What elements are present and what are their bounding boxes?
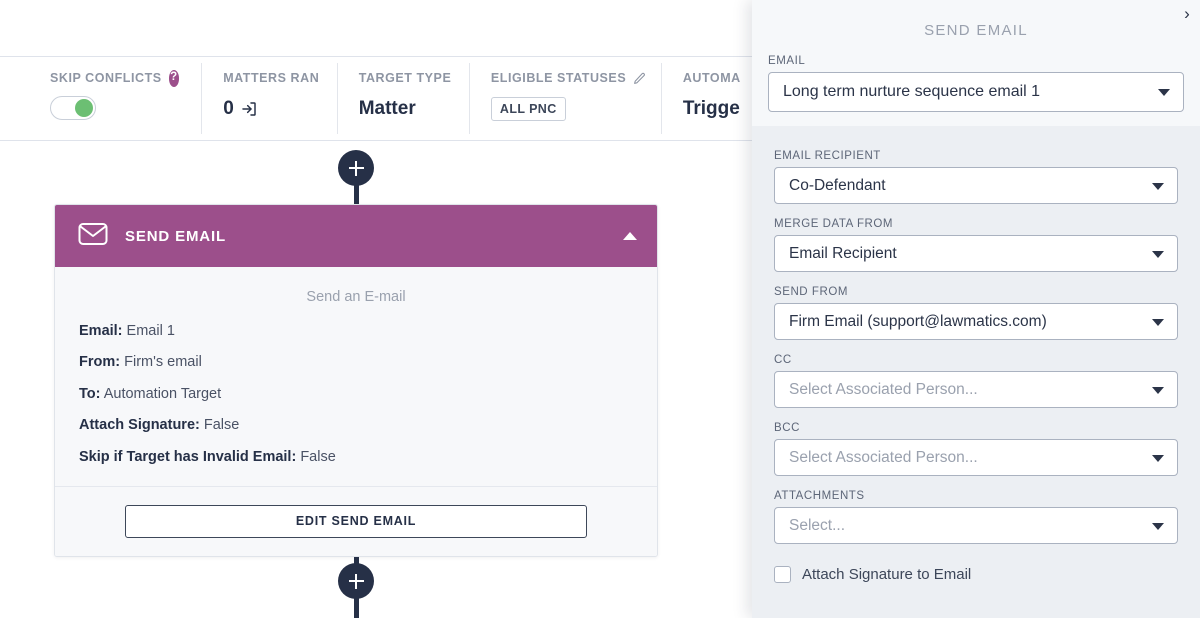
bcc-value: Select Associated Person... xyxy=(789,448,978,466)
email-field-label: EMAIL xyxy=(768,55,806,67)
automation-stats-bar: SKIP CONFLICTS ? MATTERS RAN 0 TARGET TY… xyxy=(0,56,760,141)
attachments-value: Select... xyxy=(789,516,845,534)
detail-value: Email 1 xyxy=(126,323,175,339)
bcc-select[interactable]: Select Associated Person... xyxy=(774,439,1178,476)
cc-label: CC xyxy=(774,354,792,366)
chevron-down-icon xyxy=(1152,386,1164,394)
merge-data-from-label: MERGE DATA FROM xyxy=(774,218,893,230)
send-from-value: Firm Email (support@lawmatics.com) xyxy=(789,312,1047,330)
detail-key: From: xyxy=(79,354,121,371)
chevron-down-icon xyxy=(1152,182,1164,190)
stat-automation-trigger-value: Trigge xyxy=(682,98,740,119)
cc-select[interactable]: Select Associated Person... xyxy=(774,371,1178,408)
attach-signature-row[interactable]: Attach Signature to Email xyxy=(774,566,1178,583)
merge-data-from-value: Email Recipient xyxy=(789,244,897,262)
email-select[interactable]: Long term nurture sequence email 1 xyxy=(768,72,1184,112)
add-step-below-button[interactable] xyxy=(338,563,374,599)
status-badge[interactable]: ALL PNC xyxy=(490,97,566,121)
cc-value: Select Associated Person... xyxy=(789,380,978,398)
send-from-label: SEND FROM xyxy=(774,286,848,298)
merge-data-from-select[interactable]: Email Recipient xyxy=(774,235,1178,272)
attach-signature-label: Attach Signature to Email xyxy=(802,566,972,583)
stat-matters-ran-value-row: 0 xyxy=(223,98,315,120)
automation-builder-screen: SKIP CONFLICTS ? MATTERS RAN 0 TARGET TY… xyxy=(0,0,1200,618)
stat-skip-conflicts: SKIP CONFLICTS ? xyxy=(50,57,201,140)
detail-key: Attach Signature: xyxy=(79,417,200,434)
email-select-value: Long term nurture sequence email 1 xyxy=(783,83,1041,100)
edit-send-email-button[interactable]: EDIT SEND EMAIL xyxy=(125,504,587,538)
flow-connector-bottom xyxy=(354,596,359,618)
stat-eligible-statuses: ELIGIBLE STATUSES ALL PNC xyxy=(468,57,661,140)
stat-automation-trigger-label: AUTOMA xyxy=(682,71,741,85)
bcc-label: BCC xyxy=(774,422,800,434)
envelope-icon xyxy=(78,222,108,251)
send-email-node-subtitle: Send an E-mail xyxy=(306,289,406,305)
detail-key: Skip if Target has Invalid Email: xyxy=(79,448,297,465)
send-from-select[interactable]: Firm Email (support@lawmatics.com) xyxy=(774,303,1178,340)
stat-matters-ran-value: 0 xyxy=(223,98,234,119)
panel-fields-section: EMAIL RECIPIENT Co-Defendant MERGE DATA … xyxy=(752,126,1200,583)
send-email-settings-panel: › SEND EMAIL EMAIL Long term nurture seq… xyxy=(752,0,1200,618)
stat-eligible-statuses-label: ELIGIBLE STATUSES xyxy=(490,69,646,87)
chevron-down-icon xyxy=(1152,318,1164,326)
detail-value: Automation Target xyxy=(103,385,222,402)
detail-key: Email: xyxy=(79,323,123,339)
sign-in-arrow-icon xyxy=(241,101,257,117)
detail-row: From: Firm's email xyxy=(79,354,633,371)
stat-target-type-label: TARGET TYPE xyxy=(358,71,452,85)
send-email-node-details: Email: Email 1 From: Firm's email To: Au… xyxy=(55,323,657,466)
email-recipient-select[interactable]: Co-Defendant xyxy=(774,167,1178,204)
stat-matters-ran: MATTERS RAN 0 xyxy=(201,57,337,140)
stat-skip-conflicts-label: SKIP CONFLICTS ? xyxy=(50,69,180,87)
chevron-down-icon xyxy=(1158,89,1170,96)
panel-title: SEND EMAIL xyxy=(924,22,1028,39)
caret-up-icon[interactable] xyxy=(623,232,637,240)
automation-canvas: SKIP CONFLICTS ? MATTERS RAN 0 TARGET TY… xyxy=(0,0,760,618)
send-email-node-footer: EDIT SEND EMAIL xyxy=(55,485,657,556)
stat-eligible-statuses-label-text: ELIGIBLE STATUSES xyxy=(490,71,627,85)
chevron-down-icon xyxy=(1152,454,1164,462)
detail-row: To: Automation Target xyxy=(79,386,633,403)
stat-skip-conflicts-label-text: SKIP CONFLICTS xyxy=(50,71,162,85)
add-step-above-button[interactable] xyxy=(338,150,374,186)
detail-value: Firm's email xyxy=(124,354,202,371)
skip-conflicts-toggle-knob xyxy=(75,99,93,117)
send-email-node-header[interactable]: SEND EMAIL xyxy=(55,205,657,267)
help-circle-icon[interactable]: ? xyxy=(168,69,180,87)
chevron-right-icon[interactable]: › xyxy=(1176,2,1198,24)
detail-value: False xyxy=(300,448,336,465)
send-email-node-body: Send an E-mail Email: Email 1 From: Firm… xyxy=(55,267,657,486)
stat-target-type-value: Matter xyxy=(358,98,416,119)
attachments-label: ATTACHMENTS xyxy=(774,490,865,502)
send-email-node-card: SEND EMAIL Send an E-mail Email: Email 1… xyxy=(54,204,658,557)
attachments-select[interactable]: Select... xyxy=(774,507,1178,544)
panel-top-section: › SEND EMAIL EMAIL Long term nurture seq… xyxy=(752,0,1200,126)
detail-row: Email: Email 1 xyxy=(79,323,633,340)
send-email-node-title: SEND EMAIL xyxy=(125,227,227,245)
skip-conflicts-toggle[interactable] xyxy=(50,96,96,120)
email-recipient-value: Co-Defendant xyxy=(789,176,886,194)
detail-row: Attach Signature: False xyxy=(79,417,633,434)
stat-matters-ran-label: MATTERS RAN xyxy=(223,71,320,85)
stat-automation-trigger: AUTOMA Trigge xyxy=(660,57,760,140)
detail-key: To: xyxy=(79,385,101,402)
email-recipient-label: EMAIL RECIPIENT xyxy=(774,150,881,162)
chevron-down-icon xyxy=(1152,250,1164,258)
pencil-icon[interactable] xyxy=(633,72,646,85)
detail-value: False xyxy=(203,417,240,434)
chevron-down-icon xyxy=(1152,522,1164,530)
detail-row: Skip if Target has Invalid Email: False xyxy=(79,449,633,466)
stat-target-type: TARGET TYPE Matter xyxy=(336,57,469,140)
attach-signature-checkbox[interactable] xyxy=(774,566,791,583)
